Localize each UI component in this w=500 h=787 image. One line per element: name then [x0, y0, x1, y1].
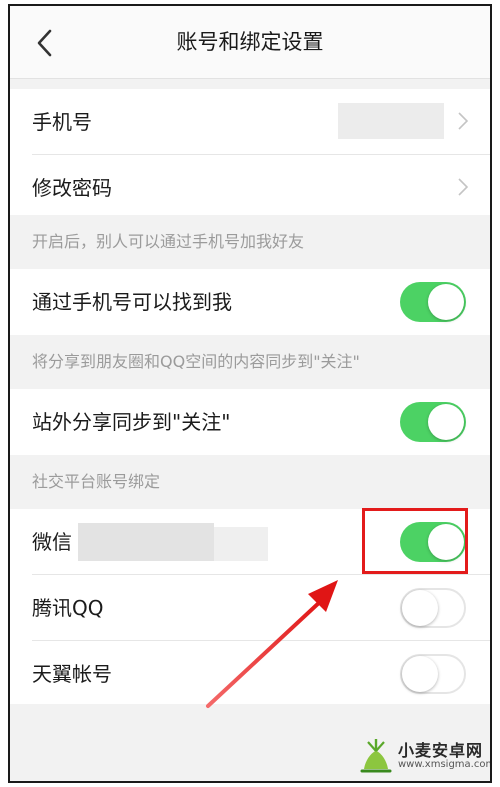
tianyi-binding-row: 天翼帐号: [10, 641, 490, 704]
tianyi-toggle[interactable]: [400, 654, 466, 694]
find-by-phone-hint: 开启后，别人可以通过手机号加我好友: [10, 215, 490, 269]
toggle-knob: [402, 656, 438, 692]
tencent-qq-toggle[interactable]: [400, 588, 466, 628]
watermark-url: www.xmsigma.com: [398, 759, 492, 770]
highlight-box: [362, 508, 468, 574]
page-title: 账号和绑定设置: [176, 30, 324, 54]
change-password-label: 修改密码: [32, 176, 112, 200]
chevron-right-icon: [458, 112, 468, 130]
share-sync-hint-text: 将分享到朋友圈和QQ空间的内容同步到"关注": [32, 352, 360, 371]
find-by-phone-row: 通过手机号可以找到我: [10, 269, 490, 335]
wechat-account-redacted: [214, 527, 268, 561]
phone-number-value-redacted: [338, 103, 444, 139]
chevron-right-icon: [458, 178, 468, 196]
tianyi-label: 天翼帐号: [32, 662, 112, 686]
wechat-label: 微信: [32, 530, 72, 554]
wechat-account-redacted: [78, 523, 214, 561]
phone-number-row[interactable]: 手机号: [10, 89, 490, 155]
toggle-knob: [428, 404, 464, 440]
share-sync-toggle[interactable]: [400, 402, 466, 442]
social-binding-section-title: 社交平台账号绑定: [32, 472, 161, 491]
tencent-qq-label: 腾讯QQ: [32, 596, 104, 620]
share-sync-row: 站外分享同步到"关注": [10, 389, 490, 455]
section-gap: [10, 79, 490, 89]
find-by-phone-label: 通过手机号可以找到我: [32, 290, 232, 314]
find-by-phone-toggle[interactable]: [400, 282, 466, 322]
social-binding-section: 社交平台账号绑定: [10, 455, 490, 509]
phone-number-label: 手机号: [32, 110, 92, 134]
site-watermark: 小麦安卓网 www.xmsigma.com: [354, 733, 490, 777]
change-password-row[interactable]: 修改密码: [10, 155, 490, 221]
top-navigation-bar: 账号和绑定设置: [10, 6, 490, 79]
tencent-qq-binding-row: 腾讯QQ: [10, 575, 490, 641]
toggle-knob: [402, 590, 438, 626]
watermark-name: 小麦安卓网: [398, 741, 484, 760]
toggle-knob: [428, 284, 464, 320]
find-by-phone-hint-text: 开启后，别人可以通过手机号加我好友: [32, 232, 305, 251]
phone-screen: 账号和绑定设置 手机号 修改密码 开启后，别人可以通过手机号加我好友 通过手机号…: [8, 4, 492, 783]
share-sync-hint: 将分享到朋友圈和QQ空间的内容同步到"关注": [10, 335, 490, 389]
share-sync-label: 站外分享同步到"关注": [32, 410, 231, 434]
android-logo-icon: [360, 739, 392, 773]
